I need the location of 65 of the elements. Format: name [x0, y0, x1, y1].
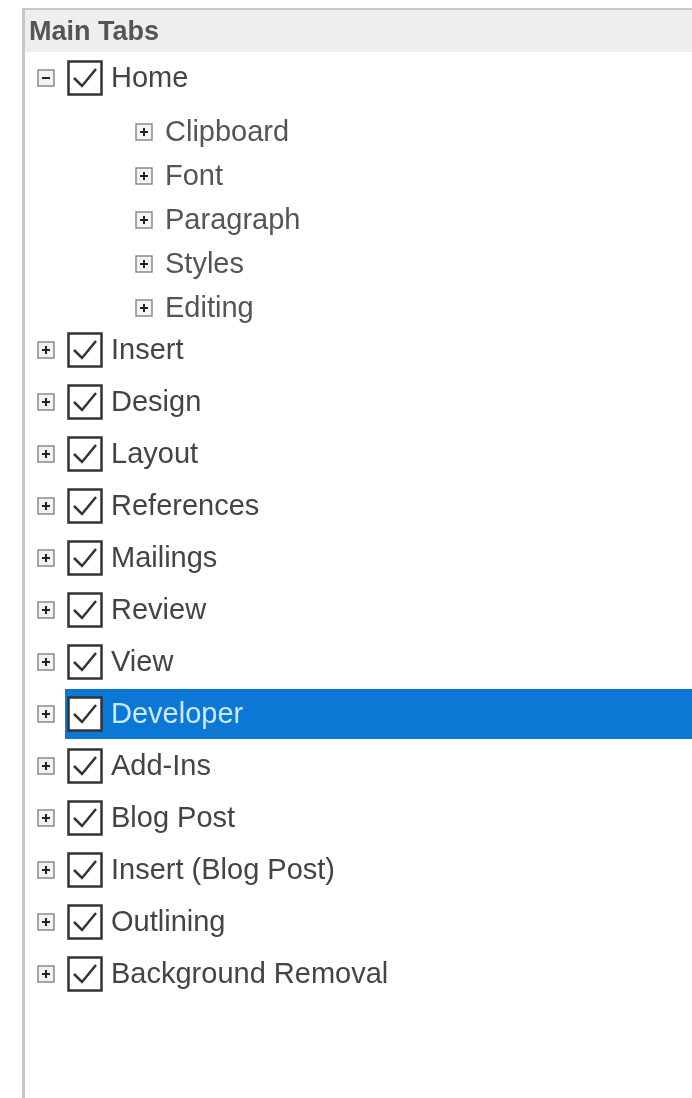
- tree-item[interactable]: Mailings: [65, 533, 692, 583]
- checkbox[interactable]: [67, 436, 103, 472]
- checkbox[interactable]: [67, 696, 103, 732]
- tree-item[interactable]: Insert (Blog Post): [65, 845, 692, 895]
- expand-icon[interactable]: [135, 299, 153, 317]
- tab-label: Mailings: [111, 540, 218, 576]
- tree-item[interactable]: Design: [65, 377, 692, 427]
- expand-icon[interactable]: [37, 549, 55, 567]
- tab-label: Background Removal: [111, 956, 389, 992]
- tab-label: Home: [111, 60, 189, 96]
- tree-item[interactable]: Developer: [65, 689, 692, 739]
- expand-icon[interactable]: [37, 341, 55, 359]
- tab-label: Insert (Blog Post): [111, 852, 336, 888]
- expand-icon[interactable]: [37, 497, 55, 515]
- tree-item[interactable]: References: [65, 481, 692, 531]
- checkbox[interactable]: [67, 60, 103, 96]
- checkbox[interactable]: [67, 384, 103, 420]
- group-label[interactable]: Paragraph: [165, 198, 301, 242]
- checkbox[interactable]: [67, 904, 103, 940]
- expand-icon[interactable]: [135, 167, 153, 185]
- expand-icon[interactable]: [37, 393, 55, 411]
- expand-icon[interactable]: [37, 861, 55, 879]
- tab-label: Outlining: [111, 904, 226, 940]
- checkbox[interactable]: [67, 852, 103, 888]
- tab-label: Design: [111, 384, 202, 420]
- group-label[interactable]: Clipboard: [165, 110, 290, 154]
- tab-label: Layout: [111, 436, 199, 472]
- tab-label: Blog Post: [111, 800, 236, 836]
- expand-icon[interactable]: [37, 653, 55, 671]
- tree-header: Main Tabs: [25, 10, 692, 52]
- checkbox[interactable]: [67, 488, 103, 524]
- checkbox[interactable]: [67, 748, 103, 784]
- checkbox[interactable]: [67, 540, 103, 576]
- expand-icon[interactable]: [135, 123, 153, 141]
- tab-label: Insert: [111, 332, 184, 368]
- group-label[interactable]: Font: [165, 154, 224, 198]
- expand-icon[interactable]: [37, 757, 55, 775]
- expand-icon[interactable]: [37, 809, 55, 827]
- tab-label: View: [111, 644, 174, 680]
- expand-icon[interactable]: [37, 965, 55, 983]
- checkbox[interactable]: [67, 644, 103, 680]
- checkbox[interactable]: [67, 956, 103, 992]
- tree-item[interactable]: Layout: [65, 429, 692, 479]
- tree-item[interactable]: Home: [65, 53, 692, 103]
- tree-item[interactable]: Background Removal: [65, 949, 692, 999]
- expand-icon[interactable]: [37, 913, 55, 931]
- tree-item[interactable]: Add-Ins: [65, 741, 692, 791]
- expand-icon[interactable]: [37, 601, 55, 619]
- tab-label: Review: [111, 592, 207, 628]
- expand-icon[interactable]: [135, 255, 153, 273]
- tab-label: References: [111, 488, 260, 524]
- tree-item[interactable]: Outlining: [65, 897, 692, 947]
- checkbox[interactable]: [67, 592, 103, 628]
- group-label[interactable]: Styles: [165, 242, 244, 286]
- tab-label: Add-Ins: [111, 748, 211, 784]
- tab-label: Developer: [111, 696, 244, 732]
- tree-item[interactable]: Blog Post: [65, 793, 692, 843]
- checkbox[interactable]: [67, 332, 103, 368]
- expand-icon[interactable]: [37, 445, 55, 463]
- expand-icon[interactable]: [135, 211, 153, 229]
- collapse-icon[interactable]: [37, 69, 55, 87]
- expand-icon[interactable]: [37, 705, 55, 723]
- checkbox[interactable]: [67, 800, 103, 836]
- tree-item[interactable]: View: [65, 637, 692, 687]
- tree-item[interactable]: Review: [65, 585, 692, 635]
